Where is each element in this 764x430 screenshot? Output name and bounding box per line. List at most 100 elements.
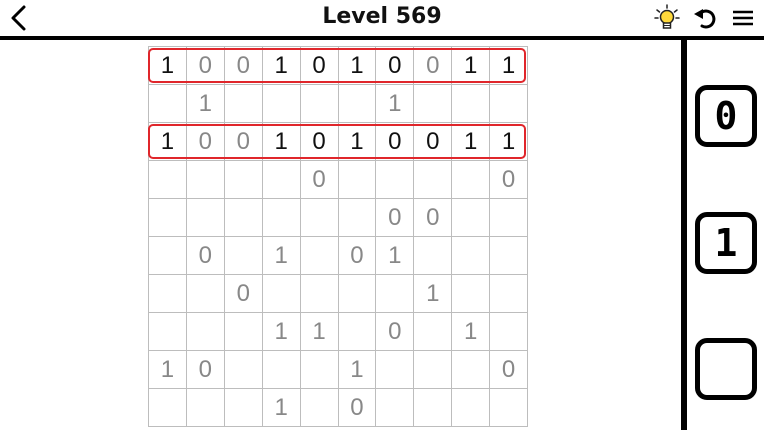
grid-cell[interactable] xyxy=(414,389,453,427)
grid-cell[interactable] xyxy=(376,161,415,199)
grid-cell[interactable] xyxy=(414,351,453,389)
grid-cell[interactable] xyxy=(414,313,453,351)
grid-cell[interactable]: 0 xyxy=(338,389,377,427)
grid-cell[interactable]: 1 xyxy=(490,123,528,161)
grid-cell[interactable] xyxy=(490,237,528,275)
grid-cell[interactable] xyxy=(338,275,377,313)
grid-cell[interactable]: 0 xyxy=(186,351,225,389)
grid-cell[interactable]: 1 xyxy=(149,351,187,389)
keypad-zero-button[interactable]: 0 xyxy=(695,85,757,147)
grid-cell[interactable] xyxy=(300,237,339,275)
grid-cell[interactable]: 0 xyxy=(224,123,263,161)
grid-cell[interactable]: 1 xyxy=(490,47,528,85)
grid-cell[interactable]: 0 xyxy=(224,275,263,313)
grid-cell[interactable] xyxy=(338,161,377,199)
grid-cell[interactable] xyxy=(149,161,187,199)
grid-cell[interactable] xyxy=(186,199,225,237)
grid-cell[interactable] xyxy=(186,313,225,351)
grid-cell[interactable]: 1 xyxy=(338,123,377,161)
grid-cell[interactable]: 1 xyxy=(376,237,415,275)
grid-cell[interactable] xyxy=(224,237,263,275)
grid-cell[interactable] xyxy=(262,275,301,313)
grid-cell[interactable] xyxy=(149,199,187,237)
grid-cell[interactable] xyxy=(452,199,491,237)
grid-cell[interactable] xyxy=(490,389,528,427)
grid-cell[interactable] xyxy=(300,275,339,313)
grid-cell[interactable] xyxy=(300,389,339,427)
grid-cell[interactable]: 1 xyxy=(452,123,491,161)
grid-cell[interactable]: 0 xyxy=(414,47,453,85)
keypad-one-button[interactable]: 1 xyxy=(695,212,757,274)
grid-cell[interactable] xyxy=(414,85,453,123)
grid-cell[interactable]: 1 xyxy=(300,313,339,351)
grid-cell[interactable]: 0 xyxy=(376,123,415,161)
grid-cell[interactable] xyxy=(224,351,263,389)
grid-cell[interactable] xyxy=(262,199,301,237)
undo-icon[interactable] xyxy=(692,4,718,32)
grid-cell[interactable]: 0 xyxy=(376,47,415,85)
grid-cell[interactable] xyxy=(338,199,377,237)
grid-cell[interactable] xyxy=(262,85,301,123)
grid-cell[interactable] xyxy=(300,85,339,123)
grid-cell[interactable] xyxy=(414,161,453,199)
grid-cell[interactable]: 0 xyxy=(376,199,415,237)
grid-cell[interactable] xyxy=(224,389,263,427)
grid-cell[interactable]: 1 xyxy=(262,389,301,427)
grid-cell[interactable] xyxy=(376,351,415,389)
hamburger-menu-icon[interactable] xyxy=(730,4,756,32)
grid-cell[interactable] xyxy=(149,275,187,313)
grid-cell[interactable] xyxy=(338,85,377,123)
grid-cell[interactable]: 0 xyxy=(414,199,453,237)
grid-cell[interactable] xyxy=(224,313,263,351)
chevron-left-icon[interactable] xyxy=(6,4,32,32)
grid-cell[interactable]: 0 xyxy=(224,47,263,85)
grid-cell[interactable]: 0 xyxy=(338,237,377,275)
grid-cell[interactable]: 0 xyxy=(376,313,415,351)
grid-cell[interactable] xyxy=(376,275,415,313)
grid-cell[interactable] xyxy=(186,389,225,427)
grid-cell[interactable] xyxy=(338,313,377,351)
grid-cell[interactable]: 0 xyxy=(186,47,225,85)
grid-cell[interactable]: 1 xyxy=(262,313,301,351)
grid-cell[interactable]: 1 xyxy=(262,123,301,161)
grid-cell[interactable] xyxy=(414,237,453,275)
grid-cell[interactable] xyxy=(452,237,491,275)
grid-cell[interactable]: 0 xyxy=(490,351,528,389)
lightbulb-icon[interactable] xyxy=(654,4,680,32)
grid-cell[interactable]: 0 xyxy=(300,161,339,199)
grid-cell[interactable] xyxy=(224,161,263,199)
grid-cell[interactable]: 1 xyxy=(414,275,453,313)
grid-cell[interactable]: 1 xyxy=(338,47,377,85)
grid-cell[interactable]: 1 xyxy=(452,47,491,85)
grid-cell[interactable] xyxy=(186,161,225,199)
grid-cell[interactable] xyxy=(490,85,528,123)
grid-cell[interactable]: 1 xyxy=(452,313,491,351)
grid-cell[interactable]: 0 xyxy=(414,123,453,161)
grid-cell[interactable]: 0 xyxy=(186,123,225,161)
grid-cell[interactable] xyxy=(262,351,301,389)
grid-cell[interactable] xyxy=(300,199,339,237)
grid-cell[interactable] xyxy=(452,389,491,427)
grid-cell[interactable] xyxy=(490,199,528,237)
grid-cell[interactable] xyxy=(224,199,263,237)
grid-cell[interactable]: 1 xyxy=(376,85,415,123)
grid-cell[interactable]: 0 xyxy=(186,237,225,275)
grid-cell[interactable]: 1 xyxy=(338,351,377,389)
keypad-blank-button[interactable] xyxy=(695,338,757,400)
grid-cell[interactable]: 1 xyxy=(149,47,187,85)
grid-cell[interactable]: 0 xyxy=(300,123,339,161)
grid-cell[interactable]: 1 xyxy=(149,123,187,161)
grid-cell[interactable]: 0 xyxy=(490,161,528,199)
grid-cell[interactable] xyxy=(149,85,187,123)
grid-cell[interactable]: 1 xyxy=(262,47,301,85)
grid-cell[interactable] xyxy=(186,275,225,313)
grid-cell[interactable] xyxy=(149,313,187,351)
grid-cell[interactable] xyxy=(452,161,491,199)
grid-cell[interactable]: 0 xyxy=(300,47,339,85)
grid-cell[interactable]: 1 xyxy=(186,85,225,123)
grid-cell[interactable] xyxy=(452,351,491,389)
grid-cell[interactable] xyxy=(149,389,187,427)
grid-cell[interactable] xyxy=(490,275,528,313)
grid-cell[interactable] xyxy=(452,275,491,313)
grid-cell[interactable]: 1 xyxy=(262,237,301,275)
